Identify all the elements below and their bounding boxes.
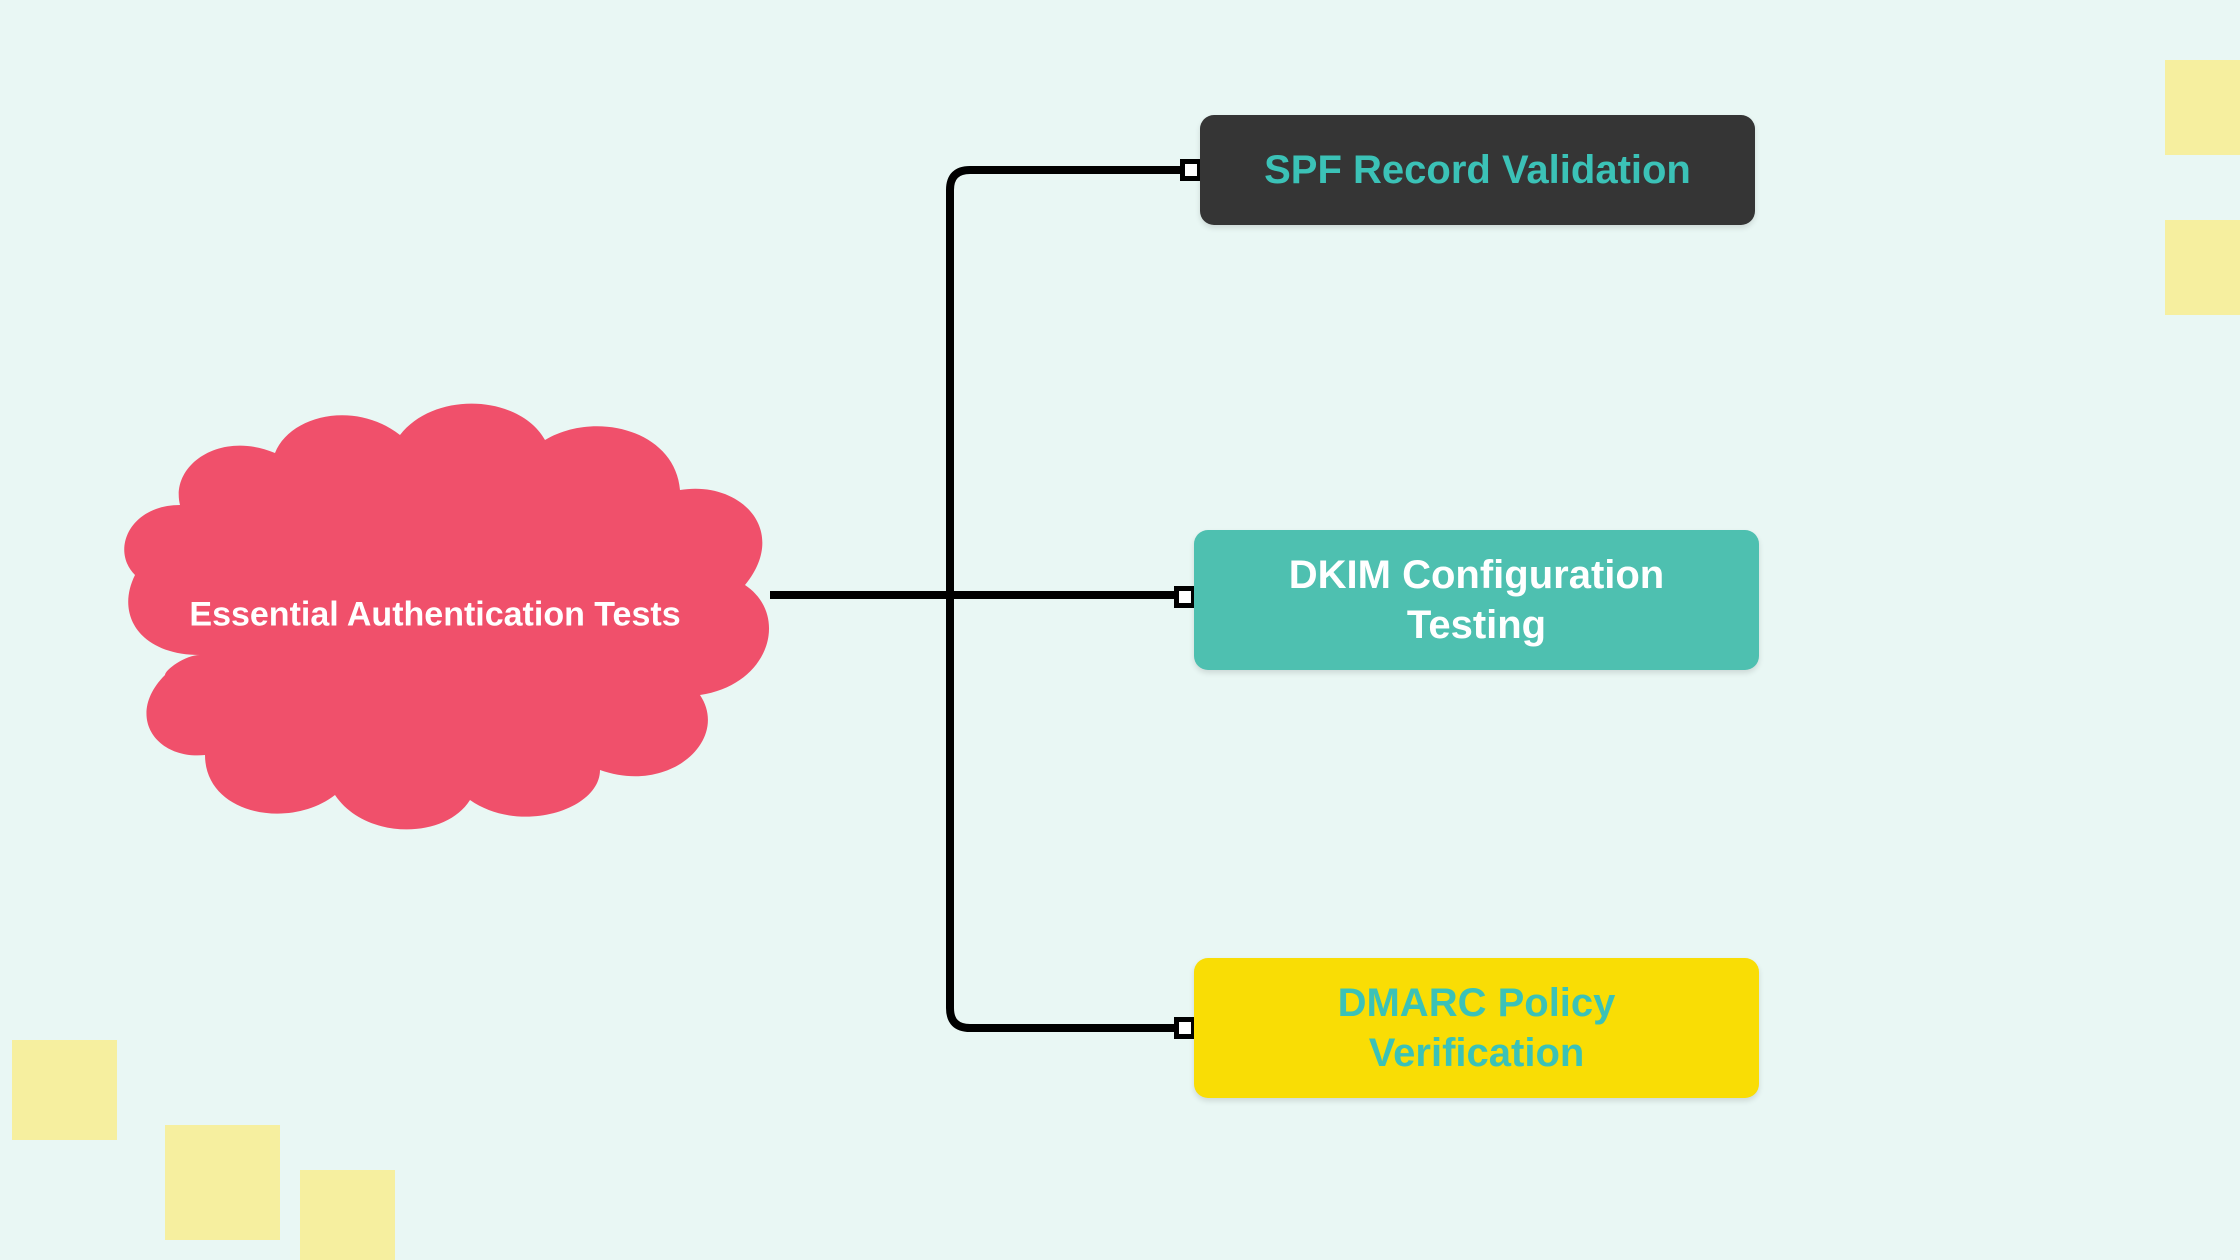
decorative-square <box>2165 220 2240 315</box>
connector-endpoint <box>1180 159 1202 181</box>
decorative-square <box>2165 60 2240 155</box>
node-dkim: DKIM Configuration Testing <box>1194 530 1759 670</box>
node-label: SPF Record Validation <box>1264 145 1691 195</box>
connector-endpoint <box>1174 1017 1196 1039</box>
decorative-square <box>300 1170 395 1260</box>
node-dmarc: DMARC Policy Verification <box>1194 958 1759 1098</box>
root-node-label: Essential Authentication Tests <box>125 596 746 635</box>
node-spf: SPF Record Validation <box>1200 115 1755 225</box>
node-label: DMARC Policy Verification <box>1234 978 1719 1078</box>
root-node: Essential Authentication Tests <box>90 395 780 835</box>
node-label: DKIM Configuration Testing <box>1234 550 1719 650</box>
decorative-square <box>12 1040 117 1140</box>
connector-endpoint <box>1174 586 1196 608</box>
decorative-square <box>165 1125 280 1240</box>
